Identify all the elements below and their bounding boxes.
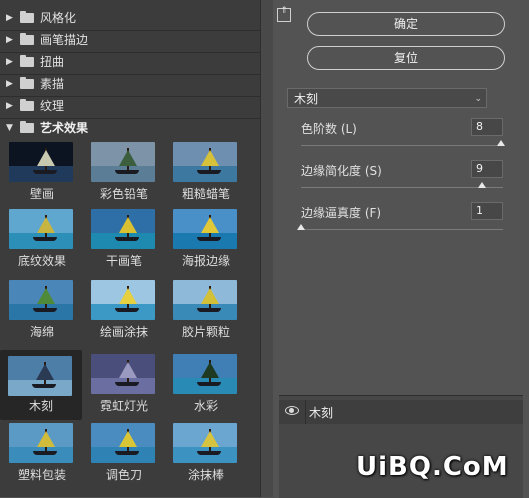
- filter-film-grain[interactable]: 胶片颗粒: [167, 276, 245, 340]
- filter-smudge-stick[interactable]: 涂抹棒: [167, 419, 245, 483]
- filter-neon-glow[interactable]: 霓虹灯光: [85, 350, 163, 414]
- filter-label: 涂抹棒: [187, 468, 224, 482]
- filter-thumbnail: [91, 209, 155, 249]
- category-sketch[interactable]: ▶ 素描: [0, 73, 260, 95]
- expand-arrow-icon: ▶: [6, 35, 13, 45]
- expand-arrow-icon: ▶: [6, 101, 13, 111]
- category-distort[interactable]: ▶ 扭曲: [0, 51, 260, 73]
- category-label: 风格化: [40, 11, 77, 25]
- edge-simplicity-slider-handle[interactable]: [478, 182, 486, 188]
- filter-label: 粗糙蜡笔: [181, 187, 230, 201]
- filter-poster-edges[interactable]: 海报边缘: [167, 205, 245, 269]
- filter-thumbnail: [173, 354, 237, 394]
- filter-label: 绘画涂抹: [99, 325, 148, 339]
- filter-thumbnail: [8, 356, 72, 396]
- filter-label: 塑料包装: [17, 468, 66, 482]
- chevron-down-icon: ⌄: [474, 94, 482, 104]
- edge-fidelity-input[interactable]: 1: [471, 202, 503, 220]
- filter-rough-pastels[interactable]: 粗糙蜡笔: [167, 138, 245, 202]
- filter-thumbnail: [91, 142, 155, 182]
- filter-thumbnail: [9, 280, 73, 320]
- folder-icon: [20, 99, 34, 111]
- category-label: 素描: [40, 77, 65, 91]
- levels-slider-handle[interactable]: [497, 140, 505, 146]
- filter-label: 海报边缘: [181, 254, 230, 268]
- category-label: 艺术效果: [40, 121, 89, 135]
- filter-thumbnail: [9, 209, 73, 249]
- filter-watercolor[interactable]: 水彩: [167, 350, 245, 414]
- filter-label: 干画笔: [105, 254, 142, 268]
- param-label-edge-fidelity: 边缘逼真度 (F): [301, 206, 382, 220]
- levels-input[interactable]: 8: [471, 118, 503, 136]
- filter-label: 水彩: [193, 399, 218, 413]
- filter-fresco[interactable]: 壁画: [3, 138, 81, 202]
- category-label: 扭曲: [40, 55, 65, 69]
- category-label: 纹理: [40, 99, 65, 113]
- reset-button[interactable]: 复位: [307, 46, 505, 70]
- filter-plastic-wrap[interactable]: 塑料包装: [3, 419, 81, 483]
- param-label-levels: 色阶数 (L): [301, 122, 357, 136]
- category-label: 画笔描边: [40, 33, 89, 47]
- filter-label: 霓虹灯光: [99, 399, 148, 413]
- filter-thumbnail: [91, 354, 155, 394]
- expand-arrow-icon: ▶: [6, 79, 13, 89]
- divider: [305, 400, 306, 424]
- expand-arrow-icon: ▶: [6, 13, 13, 23]
- filter-settings-panel: ⇑ 确定 复位 木刻 ⌄ 色阶数 (L) 8 边缘简化度 (S) 9 边缘逼真度…: [273, 0, 529, 498]
- filter-label: 胶片颗粒: [181, 325, 230, 339]
- filter-dropdown-value: 木刻: [294, 92, 319, 106]
- filter-thumbnail: [173, 423, 237, 463]
- filter-dry-brush[interactable]: 干画笔: [85, 205, 163, 269]
- filter-thumbnail: [9, 142, 73, 182]
- folder-icon: [20, 11, 34, 23]
- edge-fidelity-slider-handle[interactable]: [297, 224, 305, 230]
- filter-label: 调色刀: [105, 468, 142, 482]
- filter-sponge[interactable]: 海绵: [3, 276, 81, 340]
- folder-icon: [20, 77, 34, 89]
- folder-icon: [20, 55, 34, 67]
- filter-label: 彩色铅笔: [99, 187, 148, 201]
- param-label-edge-simplicity: 边缘简化度 (S): [301, 164, 382, 178]
- category-brush-strokes[interactable]: ▶ 画笔描边: [0, 29, 260, 51]
- filter-underpainting[interactable]: 底纹效果: [3, 205, 81, 269]
- filter-label: 木刻: [28, 399, 53, 413]
- eye-icon[interactable]: [285, 406, 299, 415]
- filter-label: 海绵: [29, 325, 54, 339]
- filter-thumbnail: [91, 280, 155, 320]
- expand-arrow-icon: ▶: [6, 57, 13, 67]
- edge-fidelity-slider-track[interactable]: [301, 229, 503, 230]
- watermark-logo: UiBQ.CoM: [356, 452, 509, 482]
- filter-cutout[interactable]: 木刻: [0, 350, 82, 420]
- folder-icon: [20, 33, 34, 45]
- folder-open-icon: [20, 121, 34, 133]
- filter-dropdown[interactable]: 木刻 ⌄: [287, 88, 487, 108]
- effect-layer-row[interactable]: 木刻: [279, 400, 523, 424]
- list-scrollbar[interactable]: [260, 0, 273, 497]
- filter-thumbnail: [173, 142, 237, 182]
- filter-thumbnail: [173, 280, 237, 320]
- levels-slider-track[interactable]: [301, 145, 503, 146]
- category-texture[interactable]: ▶ 纹理: [0, 95, 260, 117]
- effect-layers-panel: 木刻: [279, 395, 523, 498]
- filter-thumbnail: [9, 423, 73, 463]
- edge-simplicity-input[interactable]: 9: [471, 160, 503, 178]
- edge-simplicity-slider-track[interactable]: [301, 187, 503, 188]
- filter-paint-daubs[interactable]: 绘画涂抹: [85, 276, 163, 340]
- ok-button[interactable]: 确定: [307, 12, 505, 36]
- filter-thumbnail: [173, 209, 237, 249]
- collapse-panel-icon[interactable]: ⇑: [277, 6, 291, 22]
- filter-gallery-list: ▶ 风格化 ▶ 画笔描边 ▶ 扭曲 ▶ 素描 ▶ 纹理 ▼ 艺术效果 壁画 彩色…: [0, 0, 260, 497]
- category-stylize[interactable]: ▶ 风格化: [0, 7, 260, 29]
- effect-layer-name: 木刻: [309, 406, 334, 420]
- filter-colored-pencil[interactable]: 彩色铅笔: [85, 138, 163, 202]
- filter-thumbnail: [91, 423, 155, 463]
- filter-label: 底纹效果: [17, 254, 66, 268]
- filter-palette-knife[interactable]: 调色刀: [85, 419, 163, 483]
- filter-label: 壁画: [29, 187, 54, 201]
- category-artistic[interactable]: ▼ 艺术效果: [0, 117, 260, 139]
- collapse-arrow-icon: ▼: [6, 123, 13, 133]
